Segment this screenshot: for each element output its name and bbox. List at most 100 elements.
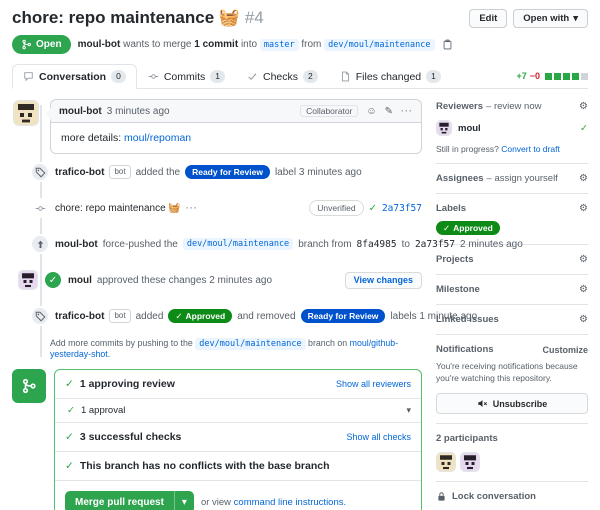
base-branch-ref[interactable]: master [260,39,299,51]
sidebar-notifications: Notifications Customize You're receiving… [436,335,588,424]
smiley-reaction-icon[interactable]: ☺ [366,106,376,117]
tab-files-changed[interactable]: Files changed1 [329,64,452,89]
author-association-badge: Collaborator [300,105,358,117]
assignees-title: Assignees [436,173,484,184]
reviewers-title: Reviewers [436,101,483,112]
tab-count: 0 [111,70,126,83]
unsubscribe-button[interactable]: Unsubscribe [436,393,588,414]
pr-number: #4 [245,8,264,27]
pencil-edit-icon[interactable]: ✎ [385,106,393,117]
comment-body: more details: moul/repoman [51,123,421,153]
gear-icon[interactable]: ⚙ [579,173,588,184]
sidebar-projects: Projects ⚙ [436,245,588,275]
pr-content: moul-bot 3 minutes ago Collaborator ☺ ✎ … [12,99,588,510]
head-branch-ref[interactable]: dev/moul/maintenance [195,338,305,350]
main-column: moul-bot 3 minutes ago Collaborator ☺ ✎ … [12,99,422,510]
merge-row-checks: ✓ 3 successful checks Show all checks [55,422,421,451]
assign-yourself-action[interactable]: – assign yourself [487,173,558,184]
review-now-action[interactable]: – review now [486,101,541,112]
bot-badge: bot [109,165,130,179]
pr-author[interactable]: moul-bot [78,39,121,50]
labels-title: Labels [436,203,466,214]
gear-icon[interactable]: ⚙ [579,101,588,112]
timeline-event-labels-change: trafico-bot bot added ✓Approved and remo… [12,298,422,334]
new-sha-link[interactable]: 2a73f57 [415,239,455,250]
merge-description: moul-bot wants to merge 1 commit into ma… [78,39,435,50]
edit-button[interactable]: Edit [469,9,507,28]
sidebar-lock: Lock conversation [436,482,588,510]
notifications-title: Notifications [436,344,494,355]
show-all-checks-link[interactable]: Show all checks [346,432,411,442]
copy-branch-icon[interactable] [442,39,453,50]
tag-icon [30,306,50,326]
label-ready-for-review[interactable]: Ready for Review [185,165,270,179]
convert-to-draft-link[interactable]: Convert to draft [501,144,560,154]
repoman-link[interactable]: moul/repoman [124,132,191,144]
tab-checks[interactable]: Checks2 [236,64,329,89]
comment-icon [23,71,34,82]
file-icon [340,71,351,82]
tab-conversation[interactable]: Conversation0 [12,64,137,89]
diffstat-added: +7 [516,71,526,81]
check-icon: ✓ [369,203,377,214]
view-changes-button[interactable]: View changes [345,272,422,289]
check-icon: ✓ [65,378,74,390]
actor-name[interactable]: trafico-bot [55,311,104,322]
actor-name[interactable]: moul [68,275,92,286]
gear-icon[interactable]: ⚙ [579,314,588,325]
chevron-down-icon[interactable]: ▾ [406,405,411,416]
lock-conversation-button[interactable]: Lock conversation [436,491,588,502]
unverified-badge: Unverified [309,200,363,216]
command-line-instructions-link[interactable]: command line instructions. [234,497,346,508]
review-approved-check-icon: ✓ [580,123,588,134]
actor-name[interactable]: moul-bot [55,239,98,250]
reviewer-row[interactable]: moul ✓ [436,120,588,136]
timeline: moul-bot 3 minutes ago Collaborator ☺ ✎ … [12,99,422,359]
old-sha-link[interactable]: 8fa4985 [357,239,397,250]
tab-commits[interactable]: Commits1 [137,64,236,89]
open-with-button[interactable]: Open with ▾ [513,9,588,28]
label-approved[interactable]: ✓Approved [168,309,232,323]
avatar[interactable] [18,270,38,290]
diffstat: +7 −0 [516,71,588,88]
diffstat-block [563,73,570,80]
merge-row-approval-detail[interactable]: ✓ 1 approval ▾ [55,398,421,422]
pr-meta-row: Open moul-bot wants to merge 1 commit in… [12,35,588,54]
gear-icon[interactable]: ⚙ [579,284,588,295]
avatar[interactable] [13,100,39,126]
pr-title-emoji: 🧺 [219,8,240,27]
head-branch-ref[interactable]: dev/moul/maintenance [324,39,434,51]
check-icon: ✓ [65,431,74,443]
merge-pull-request-button[interactable]: Merge pull request ▾ [65,491,194,510]
label-ready-for-review[interactable]: Ready for Review [301,309,386,323]
gear-icon[interactable]: ⚙ [579,203,588,214]
repo-push-icon [30,234,50,254]
kebab-menu-icon[interactable]: ··· [401,106,413,116]
tab-count: 1 [426,70,441,83]
commit-expand-icon[interactable]: ··· [186,203,198,213]
commit-sha-link[interactable]: 2a73f57 [382,203,422,214]
label-approved[interactable]: ✓Approved [436,221,500,235]
diffstat-block [581,73,588,80]
head-branch-ref[interactable]: dev/moul/maintenance [183,238,293,250]
commit-message[interactable]: chore: repo maintenance 🧺 [55,203,181,214]
tag-icon [30,162,50,182]
timeline-event-label-added: trafico-bot bot added the Ready for Revi… [12,154,422,190]
avatar[interactable] [460,452,480,472]
actor-name[interactable]: trafico-bot [55,167,104,178]
gear-icon[interactable]: ⚙ [579,254,588,265]
commit-emoji: 🧺 [168,203,180,214]
avatar[interactable] [436,452,456,472]
merge-row-conflicts: ✓ This branch has no conflicts with the … [55,451,421,480]
comment-author[interactable]: moul-bot [59,106,102,117]
commit-icon [148,71,159,82]
merge-row-approving-review: ✓ 1 approving review Show all reviewers [55,370,421,398]
comment-timestamp[interactable]: 3 minutes ago [107,106,170,117]
merge-options-chevron-icon[interactable]: ▾ [174,491,194,510]
pr-tabs: Conversation0 Commits1 Checks2 Files cha… [12,64,588,89]
approved-check-icon: ✓ [43,270,63,290]
reviewer-name: moul [458,123,481,134]
pr-title-text: chore: repo maintenance [12,8,214,27]
customize-link[interactable]: Customize [542,345,588,355]
show-all-reviewers-link[interactable]: Show all reviewers [336,379,411,389]
